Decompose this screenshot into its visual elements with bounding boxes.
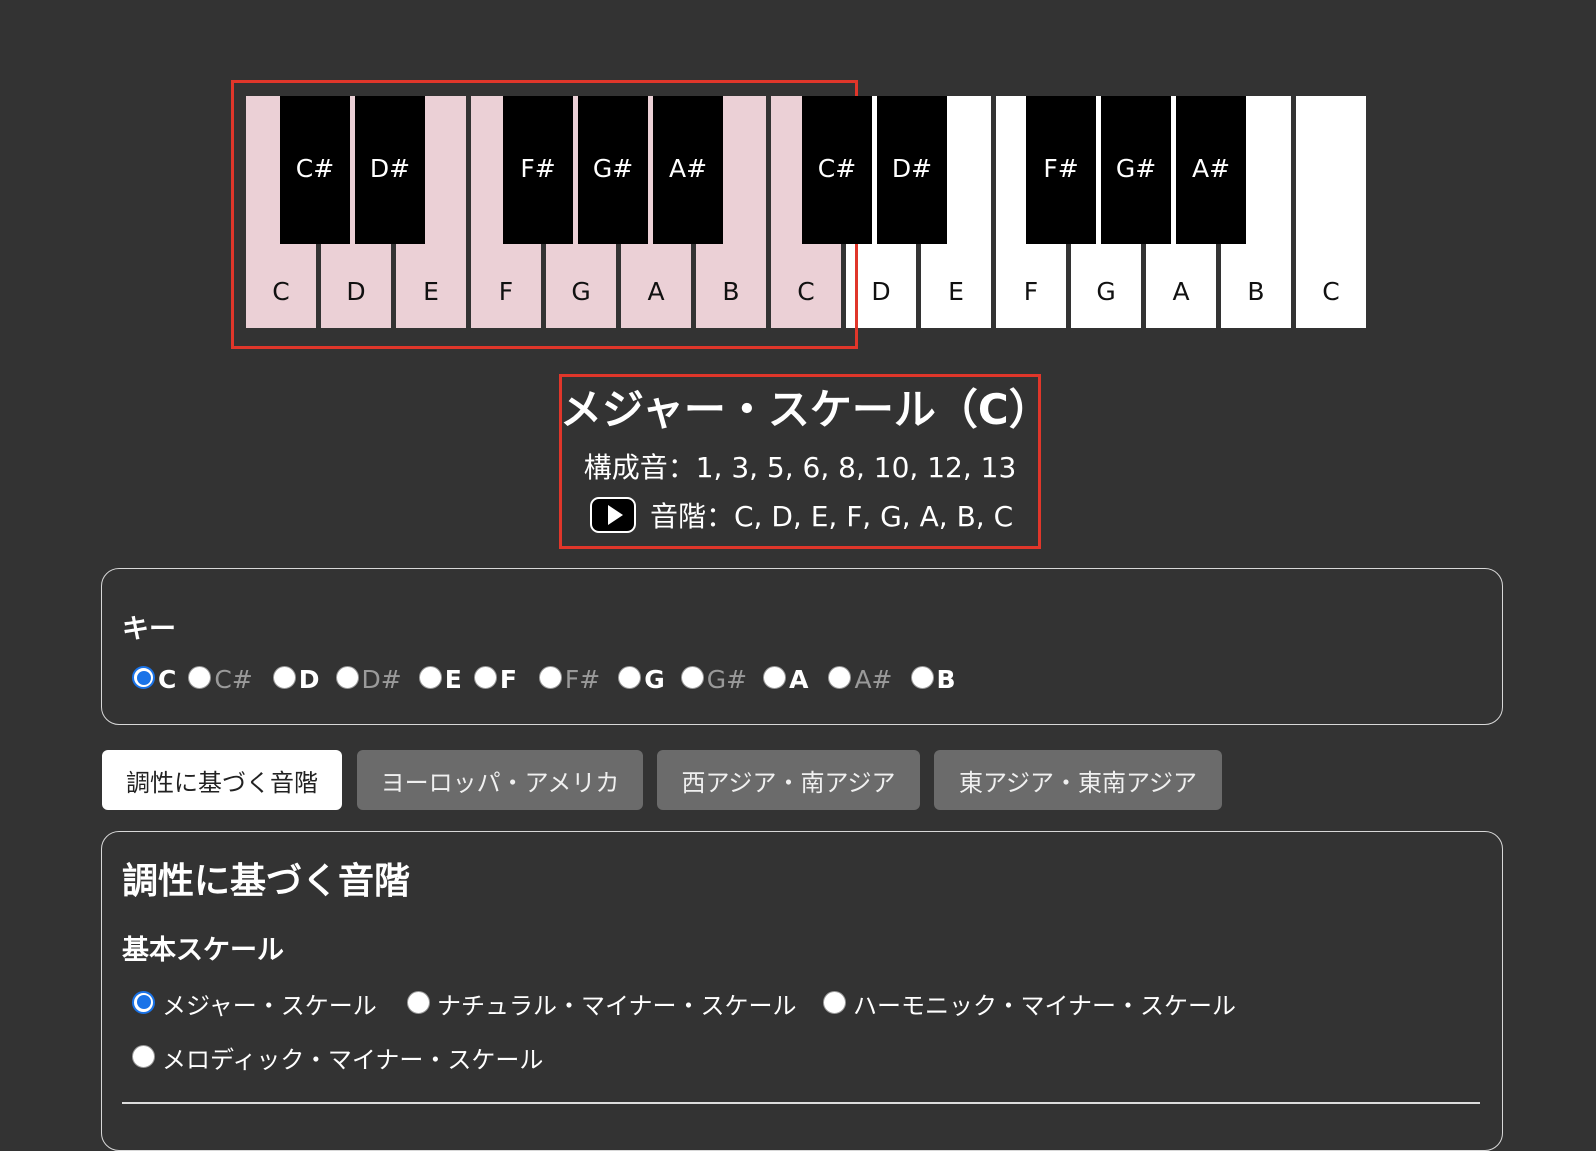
scale-radio[interactable] xyxy=(132,990,155,1014)
black-key-label: G# xyxy=(592,153,634,183)
scale-option-natural-minor[interactable]: ナチュラル・マイナー・スケール xyxy=(407,983,797,1021)
key-radio[interactable] xyxy=(188,666,212,689)
scale-notes-row: 音階：C, D, E, F, G, A, B, C xyxy=(590,494,1030,536)
key-option-c[interactable]: C xyxy=(132,661,176,694)
key-radio[interactable] xyxy=(910,666,934,689)
key-radio[interactable] xyxy=(618,666,642,689)
black-key[interactable]: A# xyxy=(1176,96,1246,244)
key-option-a-sharp[interactable]: A# xyxy=(828,661,893,694)
tab-east-southeast-asia[interactable]: 東アジア・東南アジア xyxy=(934,750,1222,810)
key-option-d-sharp[interactable]: D# xyxy=(335,661,402,694)
tab-label: 調性に基づく音階 xyxy=(126,768,318,797)
key-option-g-sharp[interactable]: G# xyxy=(680,661,748,694)
black-key-label: C# xyxy=(295,153,335,183)
black-key[interactable]: D# xyxy=(355,96,425,244)
key-radio[interactable] xyxy=(473,666,497,689)
section-divider xyxy=(122,1102,1480,1104)
black-key[interactable]: G# xyxy=(1101,96,1171,244)
key-radio[interactable] xyxy=(680,666,704,689)
key-radio[interactable] xyxy=(272,666,296,689)
scale-option-label: メジャー・スケール xyxy=(162,992,377,1020)
tab-label: 東アジア・東南アジア xyxy=(958,768,1198,797)
tab-label: ヨーロッパ・アメリカ xyxy=(380,768,620,797)
scale-members: 構成音：1, 3, 5, 6, 8, 10, 12, 13 xyxy=(583,451,1017,484)
key-radio[interactable] xyxy=(538,666,562,689)
key-option-label: E xyxy=(444,665,462,694)
key-option-b[interactable]: B xyxy=(910,661,956,694)
tab-tonal-scales[interactable]: 調性に基づく音階 xyxy=(102,750,342,810)
scale-option-label: メロディック・マイナー・スケール xyxy=(162,1046,544,1074)
key-option-label: C# xyxy=(214,665,253,694)
black-key[interactable]: C# xyxy=(280,96,350,244)
black-key-label: G# xyxy=(1115,153,1157,183)
scale-option-melodic-minor[interactable]: メロディック・マイナー・スケール xyxy=(132,1037,543,1075)
scale-radio[interactable] xyxy=(132,1044,155,1068)
key-option-label: F xyxy=(499,665,517,694)
key-option-label: B xyxy=(936,665,956,694)
white-key[interactable]: C xyxy=(1296,96,1366,328)
key-option-label: G# xyxy=(706,665,748,694)
tab-label: 西アジア・南アジア xyxy=(681,768,896,797)
scale-radio[interactable] xyxy=(407,990,430,1014)
key-option-label: C xyxy=(158,665,177,694)
key-selector-panel: キー C C# D D# E F F# G G# A A# B xyxy=(101,568,1503,725)
white-key-label: G xyxy=(1096,277,1116,306)
black-key[interactable]: D# xyxy=(877,96,947,244)
white-key-label: C xyxy=(1322,277,1340,306)
key-option-label: A xyxy=(789,665,809,694)
black-key[interactable]: A# xyxy=(653,96,723,244)
key-heading: キー xyxy=(122,614,176,645)
white-key-label: F xyxy=(1023,277,1039,306)
key-option-label: D xyxy=(298,665,320,694)
black-key-label: D# xyxy=(369,153,411,183)
play-button[interactable] xyxy=(590,497,636,533)
scale-option-major[interactable]: メジャー・スケール xyxy=(132,983,377,1021)
black-key-label: A# xyxy=(1191,153,1231,183)
key-radio[interactable] xyxy=(132,666,155,689)
panel-title: 調性に基づく音階 xyxy=(122,861,411,902)
scale-option-harmonic-minor[interactable]: ハーモニック・マイナー・スケール xyxy=(823,983,1236,1021)
key-radio[interactable] xyxy=(828,666,852,689)
key-option-g[interactable]: G xyxy=(618,661,665,694)
black-key[interactable]: F# xyxy=(503,96,573,244)
play-icon xyxy=(607,505,623,525)
key-option-f[interactable]: F xyxy=(473,661,517,694)
white-key-label: A xyxy=(1172,277,1190,306)
black-key-label: D# xyxy=(891,153,933,183)
black-key-label: F# xyxy=(1043,153,1079,183)
key-option-f-sharp[interactable]: F# xyxy=(538,661,601,694)
white-key-label: D xyxy=(871,277,891,306)
black-key[interactable]: G# xyxy=(578,96,648,244)
black-key-label: C# xyxy=(817,153,857,183)
white-key-label: B xyxy=(1247,277,1265,306)
key-option-e[interactable]: E xyxy=(418,661,462,694)
scale-option-label: ハーモニック・マイナー・スケール xyxy=(853,992,1237,1020)
key-option-label: G xyxy=(644,665,665,694)
key-options: C C# D D# E F F# G G# A A# B xyxy=(132,661,956,694)
key-radio[interactable] xyxy=(763,666,787,689)
black-key[interactable]: F# xyxy=(1026,96,1096,244)
key-option-d[interactable]: D xyxy=(272,661,320,694)
key-option-label: F# xyxy=(564,665,601,694)
scale-category-panel: 調性に基づく音階 基本スケール メジャー・スケール ナチュラル・マイナー・スケー… xyxy=(101,831,1503,1151)
black-key-label: F# xyxy=(520,153,556,183)
scale-notes: 音階：C, D, E, F, G, A, B, C xyxy=(650,500,1014,533)
scale-option-label: ナチュラル・マイナー・スケール xyxy=(437,992,797,1020)
white-key-label: E xyxy=(948,277,964,306)
scale-radio[interactable] xyxy=(823,990,846,1014)
black-key[interactable]: C# xyxy=(802,96,872,244)
tab-europe-america[interactable]: ヨーロッパ・アメリカ xyxy=(357,750,643,810)
key-option-a[interactable]: A xyxy=(763,661,808,694)
key-option-label: D# xyxy=(361,665,402,694)
key-option-c-sharp[interactable]: C# xyxy=(188,661,253,694)
key-radio[interactable] xyxy=(418,666,442,689)
scale-title: メジャー・スケール（C） xyxy=(560,385,1051,434)
key-radio[interactable] xyxy=(335,666,359,689)
tab-west-south-asia[interactable]: 西アジア・南アジア xyxy=(657,750,920,810)
black-key-label: A# xyxy=(668,153,708,183)
key-option-label: A# xyxy=(854,665,893,694)
basic-scale-heading: 基本スケール xyxy=(122,935,284,966)
